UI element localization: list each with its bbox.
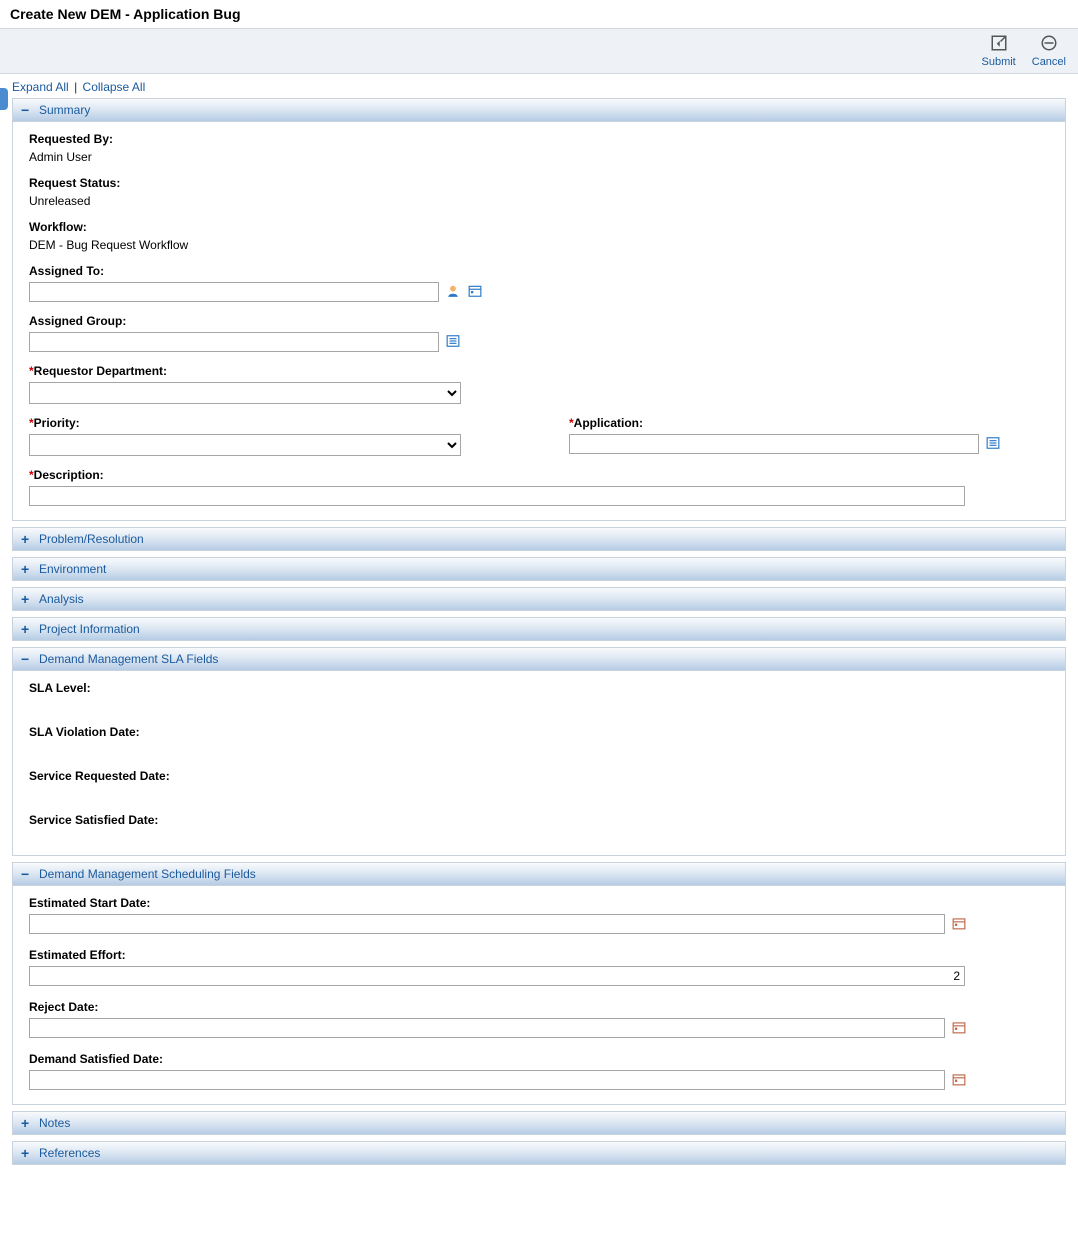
section-title: Demand Management Scheduling Fields	[39, 867, 256, 881]
section-body-sla: SLA Level: SLA Violation Date: Service R…	[12, 671, 1066, 856]
list-picker-icon[interactable]	[986, 436, 1000, 453]
section-analysis: + Analysis	[12, 587, 1066, 611]
section-references: + References	[12, 1141, 1066, 1165]
expand-icon: +	[21, 563, 33, 575]
expand-icon: +	[21, 1117, 33, 1129]
est-effort-input[interactable]	[29, 966, 965, 986]
section-problem-resolution: + Problem/Resolution	[12, 527, 1066, 551]
section-header-environment[interactable]: + Environment	[12, 557, 1066, 581]
demand-satisfied-date-input[interactable]	[29, 1070, 945, 1090]
service-satisfied-date-label: Service Satisfied Date:	[29, 813, 1049, 827]
application-input[interactable]	[569, 434, 979, 454]
description-input[interactable]	[29, 486, 965, 506]
assigned-to-label: Assigned To:	[29, 264, 1049, 278]
sla-level-label: SLA Level:	[29, 681, 1049, 695]
section-header-summary[interactable]: − Summary	[12, 98, 1066, 122]
demand-satisfied-date-label: Demand Satisfied Date:	[29, 1052, 1049, 1066]
application-label: *Application:	[569, 416, 1049, 430]
expand-collapse-links: Expand All | Collapse All	[12, 78, 1066, 98]
section-scheduling: − Demand Management Scheduling Fields Es…	[12, 862, 1066, 1105]
expand-all-link[interactable]: Expand All	[12, 80, 69, 94]
priority-select[interactable]	[29, 434, 461, 456]
description-label: *Description:	[29, 468, 1049, 482]
cancel-label: Cancel	[1032, 56, 1066, 68]
collapse-all-link[interactable]: Collapse All	[83, 80, 146, 94]
list-picker-icon[interactable]	[446, 334, 460, 351]
section-header-references[interactable]: + References	[12, 1141, 1066, 1165]
collapse-icon: −	[21, 868, 33, 880]
availability-icon[interactable]	[468, 284, 482, 301]
calendar-icon[interactable]	[952, 1072, 966, 1089]
requestor-dept-label: *Requestor Department:	[29, 364, 1049, 378]
calendar-icon[interactable]	[952, 916, 966, 933]
section-header-notes[interactable]: + Notes	[12, 1111, 1066, 1135]
section-title: Environment	[39, 562, 106, 576]
reject-date-label: Reject Date:	[29, 1000, 1049, 1014]
expand-icon: +	[21, 1147, 33, 1159]
section-title: Project Information	[39, 622, 140, 636]
requested-by-value: Admin User	[29, 150, 92, 164]
section-title: Notes	[39, 1116, 70, 1130]
sla-violation-date-label: SLA Violation Date:	[29, 725, 1049, 739]
request-status-label: Request Status:	[29, 176, 1049, 190]
expand-icon: +	[21, 533, 33, 545]
requested-by-label: Requested By:	[29, 132, 1049, 146]
est-effort-label: Estimated Effort:	[29, 948, 1049, 962]
section-title: References	[39, 1146, 100, 1160]
section-title: Summary	[39, 103, 90, 117]
priority-label: *Priority:	[29, 416, 509, 430]
section-project-information: + Project Information	[12, 617, 1066, 641]
section-body-summary: Requested By: Admin User Request Status:…	[12, 122, 1066, 521]
calendar-icon[interactable]	[952, 1020, 966, 1037]
section-header-analysis[interactable]: + Analysis	[12, 587, 1066, 611]
workflow-label: Workflow:	[29, 220, 1049, 234]
separator: |	[74, 80, 77, 94]
cancel-button[interactable]: Cancel	[1032, 34, 1066, 68]
page-title: Create New DEM - Application Bug	[0, 0, 1078, 28]
workflow-value: DEM - Bug Request Workflow	[29, 238, 188, 252]
submit-label: Submit	[982, 56, 1016, 68]
section-title: Problem/Resolution	[39, 532, 144, 546]
section-summary: − Summary Requested By: Admin User Reque…	[12, 98, 1066, 521]
section-title: Analysis	[39, 592, 84, 606]
collapse-icon: −	[21, 653, 33, 665]
user-picker-icon[interactable]	[446, 284, 460, 301]
section-header-problem-resolution[interactable]: + Problem/Resolution	[12, 527, 1066, 551]
cancel-icon	[1040, 34, 1058, 55]
section-header-sla[interactable]: − Demand Management SLA Fields	[12, 647, 1066, 671]
assigned-group-label: Assigned Group:	[29, 314, 1049, 328]
reject-date-input[interactable]	[29, 1018, 945, 1038]
section-environment: + Environment	[12, 557, 1066, 581]
collapse-icon: −	[21, 104, 33, 116]
section-header-project-information[interactable]: + Project Information	[12, 617, 1066, 641]
expand-icon: +	[21, 623, 33, 635]
section-header-scheduling[interactable]: − Demand Management Scheduling Fields	[12, 862, 1066, 886]
toolbar: Submit Cancel	[0, 28, 1078, 74]
section-title: Demand Management SLA Fields	[39, 652, 218, 666]
est-start-date-input[interactable]	[29, 914, 945, 934]
section-body-scheduling: Estimated Start Date: Estimated Effort: …	[12, 886, 1066, 1105]
side-expand-handle[interactable]	[0, 88, 8, 110]
submit-button[interactable]: Submit	[982, 34, 1016, 68]
submit-icon	[990, 34, 1008, 55]
request-status-value: Unreleased	[29, 194, 90, 208]
requestor-dept-select[interactable]	[29, 382, 461, 404]
assigned-group-input[interactable]	[29, 332, 439, 352]
est-start-date-label: Estimated Start Date:	[29, 896, 1049, 910]
section-sla: − Demand Management SLA Fields SLA Level…	[12, 647, 1066, 856]
section-notes: + Notes	[12, 1111, 1066, 1135]
assigned-to-input[interactable]	[29, 282, 439, 302]
service-requested-date-label: Service Requested Date:	[29, 769, 1049, 783]
expand-icon: +	[21, 593, 33, 605]
